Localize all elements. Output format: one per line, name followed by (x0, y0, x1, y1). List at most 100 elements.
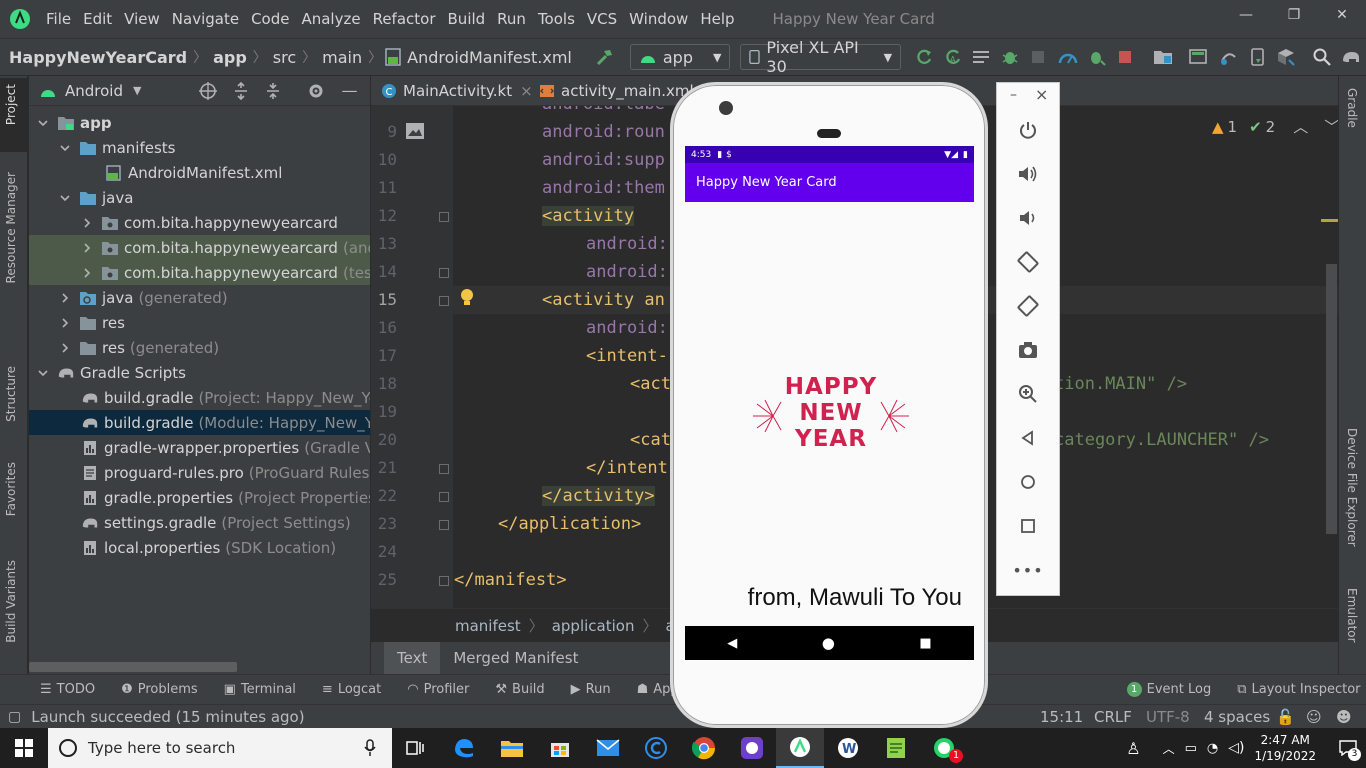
xml-crumb-manifest[interactable]: manifest (455, 617, 521, 635)
notification-center-icon[interactable]: 3 (1330, 728, 1366, 768)
locate-icon[interactable] (199, 81, 218, 100)
sync-gradle-icon[interactable] (1218, 47, 1238, 67)
tree-item-package-androidtest[interactable]: com.bita.happynewyearcard(andro (29, 235, 370, 260)
terminal-tool-button[interactable]: ▣ Terminal (224, 682, 296, 697)
file-encoding[interactable]: UTF-8 (1146, 708, 1190, 726)
tree-item-res-generated[interactable]: res (generated) (29, 335, 370, 360)
caret-position[interactable]: 15:11 (1040, 708, 1083, 726)
tree-item-local-properties[interactable]: local.properties (SDK Location) (29, 535, 370, 560)
github-desktop-icon[interactable] (728, 728, 776, 768)
device-manager-icon[interactable] (1188, 47, 1208, 67)
task-view-icon[interactable] (392, 728, 440, 768)
chevron-up-icon[interactable]: ︿ (1163, 740, 1175, 757)
tree-item-package-main[interactable]: com.bita.happynewyearcard (29, 210, 370, 235)
inspection-widget[interactable]: ▲ 1 ✔ 2 ︿ ﹀ (1212, 116, 1338, 137)
menu-refactor[interactable]: Refactor (367, 10, 442, 28)
vertical-scrollbar[interactable] (1326, 264, 1337, 534)
menu-navigate[interactable]: Navigate (166, 10, 245, 28)
device-dropdown[interactable]: Pixel XL API 30 ▼ (740, 38, 902, 76)
tree-item-build-gradle-module[interactable]: build.gradle(Module: Happy_New_Yea (29, 410, 370, 435)
tree-item-res[interactable]: res (29, 310, 370, 335)
menu-edit[interactable]: Edit (77, 10, 118, 28)
taskbar-clock[interactable]: 2:47 AM 1/19/2022 (1254, 732, 1316, 764)
device-file-explorer-tool-button[interactable]: Device File Explorer (1345, 428, 1359, 547)
edge-browser-icon[interactable] (440, 728, 488, 768)
structure-tool-button[interactable]: Structure (4, 366, 18, 422)
debug-attach-icon[interactable] (1088, 47, 1106, 67)
tree-item-gradle-properties[interactable]: gradle.properties (Project Properties) (29, 485, 370, 510)
debug-bug-icon[interactable] (1001, 47, 1019, 67)
menu-run[interactable]: Run (491, 10, 532, 28)
zoom-icon[interactable] (1015, 381, 1041, 407)
fold-icon[interactable] (439, 492, 449, 502)
more-options-icon[interactable]: ••• (1012, 557, 1042, 583)
word-icon[interactable]: W (824, 728, 872, 768)
breadcrumb-src[interactable]: src (270, 48, 299, 67)
tree-item-build-gradle-project[interactable]: build.gradle(Project: Happy_New_Year (29, 385, 370, 410)
xml-crumb-application[interactable]: application (552, 617, 635, 635)
lightbulb-icon[interactable] (459, 288, 475, 308)
file-explorer-icon[interactable] (488, 728, 536, 768)
windows-start-icon[interactable] (0, 728, 48, 768)
smiley-icon[interactable]: ☻ (1336, 708, 1352, 726)
menu-window[interactable]: Window (623, 10, 694, 28)
menu-build[interactable]: Build (442, 10, 492, 28)
menu-analyze[interactable]: Analyze (295, 10, 366, 28)
back-icon[interactable] (1015, 425, 1041, 451)
tab-activity-main[interactable]: activity_main.xml (531, 76, 702, 106)
collapse-all-icon[interactable] (265, 82, 281, 100)
tree-item-gradle-scripts[interactable]: Gradle Scripts (29, 360, 370, 385)
back-nav-icon[interactable]: ◀ (727, 636, 737, 651)
favorites-tool-button[interactable]: Favorites (4, 462, 18, 516)
overview-icon[interactable] (1015, 513, 1041, 539)
lock-icon[interactable]: 🔓 (1276, 708, 1295, 726)
indent-setting[interactable]: 4 spaces (1204, 708, 1270, 726)
restore-window-button[interactable]: ❐ (1270, 0, 1318, 30)
resource-manager-tool-button[interactable]: Resource Manager (4, 172, 18, 283)
volume-up-icon[interactable] (1015, 161, 1041, 187)
tree-item-java[interactable]: java (29, 185, 370, 210)
chevron-up-icon[interactable]: ︿ (1293, 116, 1308, 137)
fold-icon[interactable] (439, 212, 449, 222)
sdk-manager-icon[interactable] (1277, 47, 1295, 67)
minimize-window-button[interactable]: — (1222, 0, 1270, 30)
gradle-elephant-icon[interactable] (1341, 47, 1361, 67)
apply-changes-icon[interactable] (915, 47, 933, 67)
avd-manager-icon[interactable] (1248, 47, 1266, 67)
menu-view[interactable]: View (118, 10, 166, 28)
horizontal-scrollbar[interactable] (29, 662, 237, 672)
chrome-icon[interactable] (680, 728, 728, 768)
build-tool-button[interactable]: ⚒ Build (495, 682, 544, 697)
error-stripe-mark[interactable] (1321, 219, 1338, 222)
fold-icon[interactable] (439, 520, 449, 530)
rotate-right-icon[interactable] (1015, 293, 1041, 319)
event-log-tool-button[interactable]: 1 Event Log (1126, 682, 1211, 697)
fold-icon[interactable] (439, 576, 449, 586)
android-studio-taskbar-icon[interactable] (776, 728, 824, 768)
menu-code[interactable]: Code (245, 10, 295, 28)
profiler-gauge-icon[interactable] (1058, 47, 1078, 67)
line-separator[interactable]: CRLF (1094, 708, 1132, 726)
taskbar-search-box[interactable]: Type here to search (48, 728, 392, 768)
tab-mainactivity[interactable]: C MainActivity.kt × (373, 76, 541, 106)
microsoft-store-icon[interactable] (536, 728, 584, 768)
tree-item-app[interactable]: app (29, 110, 370, 135)
fold-icon[interactable] (439, 268, 449, 278)
todo-tool-button[interactable]: ☰ TODO (40, 682, 95, 697)
list-icon[interactable] (972, 47, 990, 67)
tab-text[interactable]: Text (384, 642, 441, 674)
home-icon[interactable] (1015, 469, 1041, 495)
rotate-left-icon[interactable] (1015, 249, 1041, 275)
tree-item-package-test[interactable]: com.bita.happynewyearcard(test) (29, 260, 370, 285)
screenshot-camera-icon[interactable] (1015, 337, 1041, 363)
problems-tool-button[interactable]: ❶ Problems (121, 682, 198, 697)
notepad-plus-icon[interactable] (872, 728, 920, 768)
fold-icon[interactable] (439, 464, 449, 474)
tree-item-proguard[interactable]: proguard-rules.pro(ProGuard Rules fo (29, 460, 370, 485)
power-icon[interactable] (1015, 117, 1041, 143)
menu-tools[interactable]: Tools (532, 10, 581, 28)
project-view-mode[interactable]: Android (65, 82, 123, 100)
emulator-tool-button[interactable]: Emulator (1345, 588, 1359, 643)
close-window-button[interactable]: ✕ (1318, 0, 1366, 30)
wifi-icon[interactable]: ◔ (1207, 741, 1218, 756)
